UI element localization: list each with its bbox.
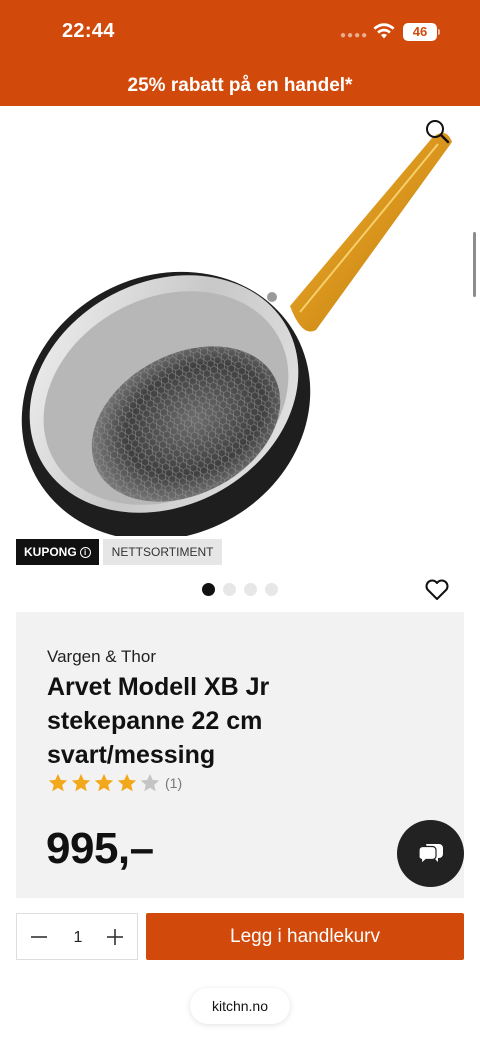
carousel-dot[interactable] bbox=[202, 583, 215, 596]
product-image[interactable] bbox=[0, 106, 480, 541]
carousel-dot[interactable] bbox=[223, 583, 236, 596]
product-brand[interactable]: Vargen & Thor bbox=[47, 647, 156, 667]
coupon-badge[interactable]: KUPONG i bbox=[16, 539, 99, 565]
promo-banner[interactable]: 25% rabatt på en handel* bbox=[0, 66, 480, 106]
online-assortment-badge: NETTSORTIMENT bbox=[102, 539, 223, 565]
frying-pan-image bbox=[21, 132, 452, 541]
add-to-cart-button[interactable]: Legg i handlekurv bbox=[146, 913, 464, 960]
status-time: 22:44 bbox=[62, 20, 115, 42]
status-bar: 22:44 ●●●● 46 bbox=[0, 0, 480, 66]
chat-button[interactable] bbox=[397, 820, 464, 887]
image-carousel-dots bbox=[202, 583, 278, 596]
zoom-icon[interactable] bbox=[424, 118, 450, 144]
product-rating[interactable]: (1) bbox=[47, 772, 182, 794]
wifi-icon bbox=[372, 22, 396, 45]
browser-url-pill[interactable]: kitchn.no bbox=[190, 988, 290, 1024]
carousel-dot[interactable] bbox=[265, 583, 278, 596]
minus-icon[interactable] bbox=[29, 929, 49, 945]
star-empty-icon bbox=[140, 773, 160, 792]
scrollbar[interactable] bbox=[473, 232, 476, 297]
coupon-badge-label: KUPONG bbox=[24, 545, 77, 559]
star-filled-icon bbox=[117, 773, 137, 792]
star-filled-icon bbox=[71, 773, 91, 792]
heart-icon[interactable] bbox=[424, 577, 450, 603]
battery-icon: 46 bbox=[403, 23, 437, 41]
info-icon: i bbox=[79, 546, 91, 558]
star-filled-icon bbox=[94, 773, 114, 792]
product-title: Arvet Modell XB Jr stekepanne 22 cm svar… bbox=[47, 673, 270, 769]
rating-count: (1) bbox=[165, 775, 183, 791]
battery-tip bbox=[438, 29, 440, 35]
product-price: 995,– bbox=[46, 824, 154, 873]
star-filled-icon bbox=[48, 773, 68, 792]
product-badges: KUPONG i NETTSORTIMENT bbox=[16, 539, 223, 565]
chat-icon bbox=[417, 843, 443, 865]
quantity-value[interactable]: 1 bbox=[67, 914, 89, 961]
signal-dots-icon: ●●●● bbox=[340, 30, 369, 41]
quantity-stepper: 1 bbox=[16, 913, 138, 960]
carousel-dot[interactable] bbox=[244, 583, 257, 596]
plus-icon[interactable] bbox=[105, 927, 125, 947]
